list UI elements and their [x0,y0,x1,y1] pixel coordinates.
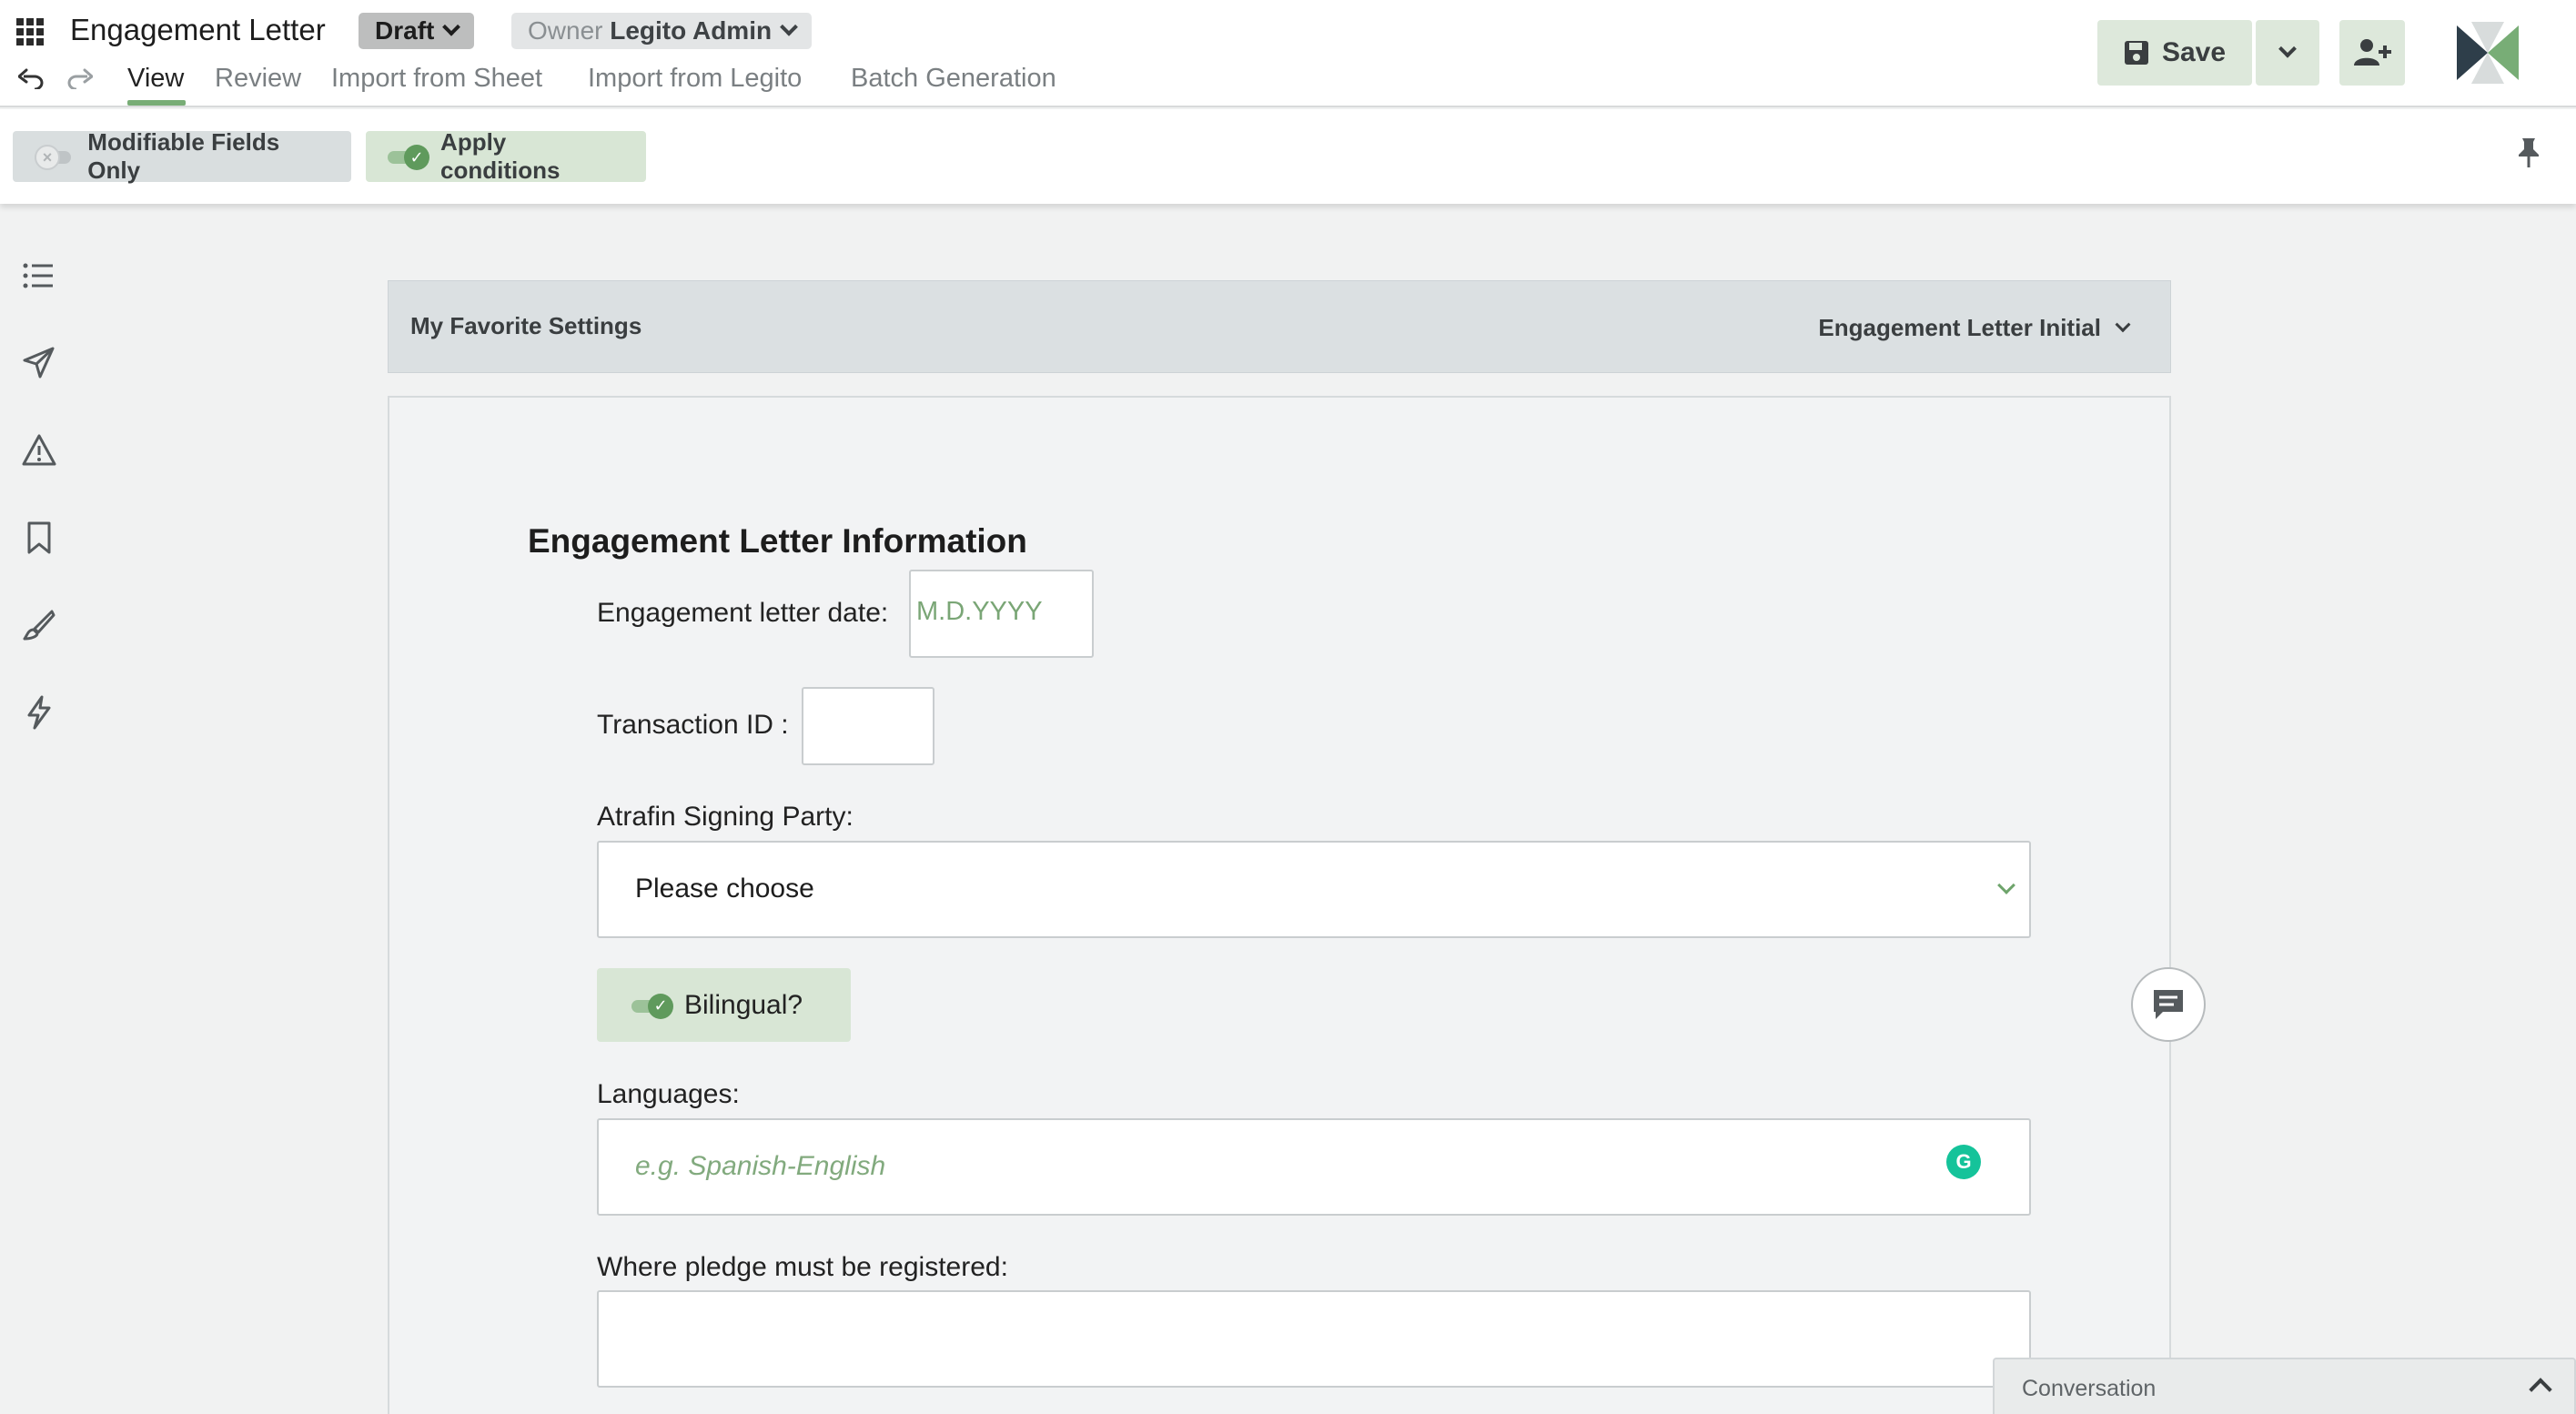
toggle-off-icon: × [35,145,75,170]
top-header: Engagement Letter Draft Owner Legito Adm… [0,0,2576,107]
options-toolbar: × Modifiable Fields Only ✓ Apply conditi… [0,109,2576,204]
bilingual-toggle[interactable]: ✓ Bilingual? [597,968,851,1042]
tab-view[interactable]: View [127,64,184,94]
redo-icon[interactable] [66,67,93,89]
chevron-up-icon [2529,1378,2552,1401]
grammarly-icon[interactable]: G [1946,1145,1981,1179]
signing-party-select[interactable]: Please choose [597,841,2031,938]
apply-conditions-toggle[interactable]: ✓ Apply conditions [366,128,646,184]
add-user-button[interactable] [2339,20,2405,86]
engagement-date-label: Engagement letter date: [597,598,889,628]
signing-party-value: Please choose [635,874,814,904]
save-options-dropdown[interactable] [2256,20,2319,86]
conversation-panel-toggle[interactable]: Conversation [1993,1358,2576,1414]
modifiable-fields-only-toggle[interactable]: × Modifiable Fields Only [13,128,351,184]
legito-logo [2455,20,2520,86]
chevron-down-icon [2115,316,2131,332]
tab-import-from-legito[interactable]: Import from Legito [588,64,802,94]
document-title: Engagement Letter [70,13,326,46]
chevron-down-icon [1997,876,2015,894]
comment-icon [2154,990,2183,1019]
section-title: Engagement Letter Information [528,522,1027,560]
brush-icon[interactable] [22,608,56,642]
chevron-down-icon [2278,39,2297,58]
bilingual-label: Bilingual? [684,989,803,1020]
favorite-settings-bar: My Favorite Settings Engagement Letter I… [388,280,2171,373]
pledge-label: Where pledge must be registered: [597,1252,1008,1282]
add-comment-button[interactable] [2131,967,2206,1042]
list-icon[interactable] [22,258,56,293]
toggle-on-icon: ✓ [631,993,673,1019]
chevron-down-icon [780,17,798,36]
status-dropdown[interactable]: Draft [359,13,475,49]
transaction-id-input[interactable] [802,687,934,765]
save-label: Save [2161,37,2227,67]
bookmark-icon[interactable] [22,520,56,555]
tab-batch-generation[interactable]: Batch Generation [851,64,1056,94]
status-label: Draft [375,16,435,45]
favorite-settings-label: My Favorite Settings [410,312,642,339]
favorite-settings-value: Engagement Letter Initial [1818,314,2101,341]
modifiable-fields-label: Modifiable Fields Only [87,128,280,184]
languages-input[interactable]: e.g. Spanish-English [597,1118,2031,1216]
conversation-label: Conversation [2022,1376,2157,1401]
save-button[interactable]: Save [2097,20,2252,86]
undo-icon[interactable] [18,67,45,89]
toggle-on-icon: ✓ [388,145,429,170]
apply-conditions-label: Apply conditions [440,128,561,184]
warning-icon[interactable] [22,433,56,468]
active-tab-indicator [127,100,186,106]
tab-import-from-sheet[interactable]: Import from Sheet [331,64,542,94]
engagement-date-input[interactable]: M.D.YYYY [909,570,1094,658]
floppy-disk-icon [2124,41,2148,65]
owner-prefix: Owner [528,16,603,45]
languages-label: Languages: [597,1079,740,1109]
transaction-id-label: Transaction ID : [597,710,789,740]
send-icon[interactable] [22,346,56,380]
owner-dropdown[interactable]: Owner Legito Admin [511,13,813,49]
pledge-location-input[interactable] [597,1290,2031,1388]
add-user-icon [2354,39,2391,66]
favorite-settings-dropdown[interactable]: Engagement Letter Initial [1818,314,2131,342]
lightning-icon[interactable] [22,695,56,730]
signing-party-label: Atrafin Signing Party: [597,802,854,832]
apps-grid-icon[interactable] [16,18,44,45]
owner-name: Legito Admin [610,16,773,45]
tab-review[interactable]: Review [215,64,301,94]
pin-icon[interactable] [2515,136,2542,169]
chevron-down-icon [442,17,461,36]
